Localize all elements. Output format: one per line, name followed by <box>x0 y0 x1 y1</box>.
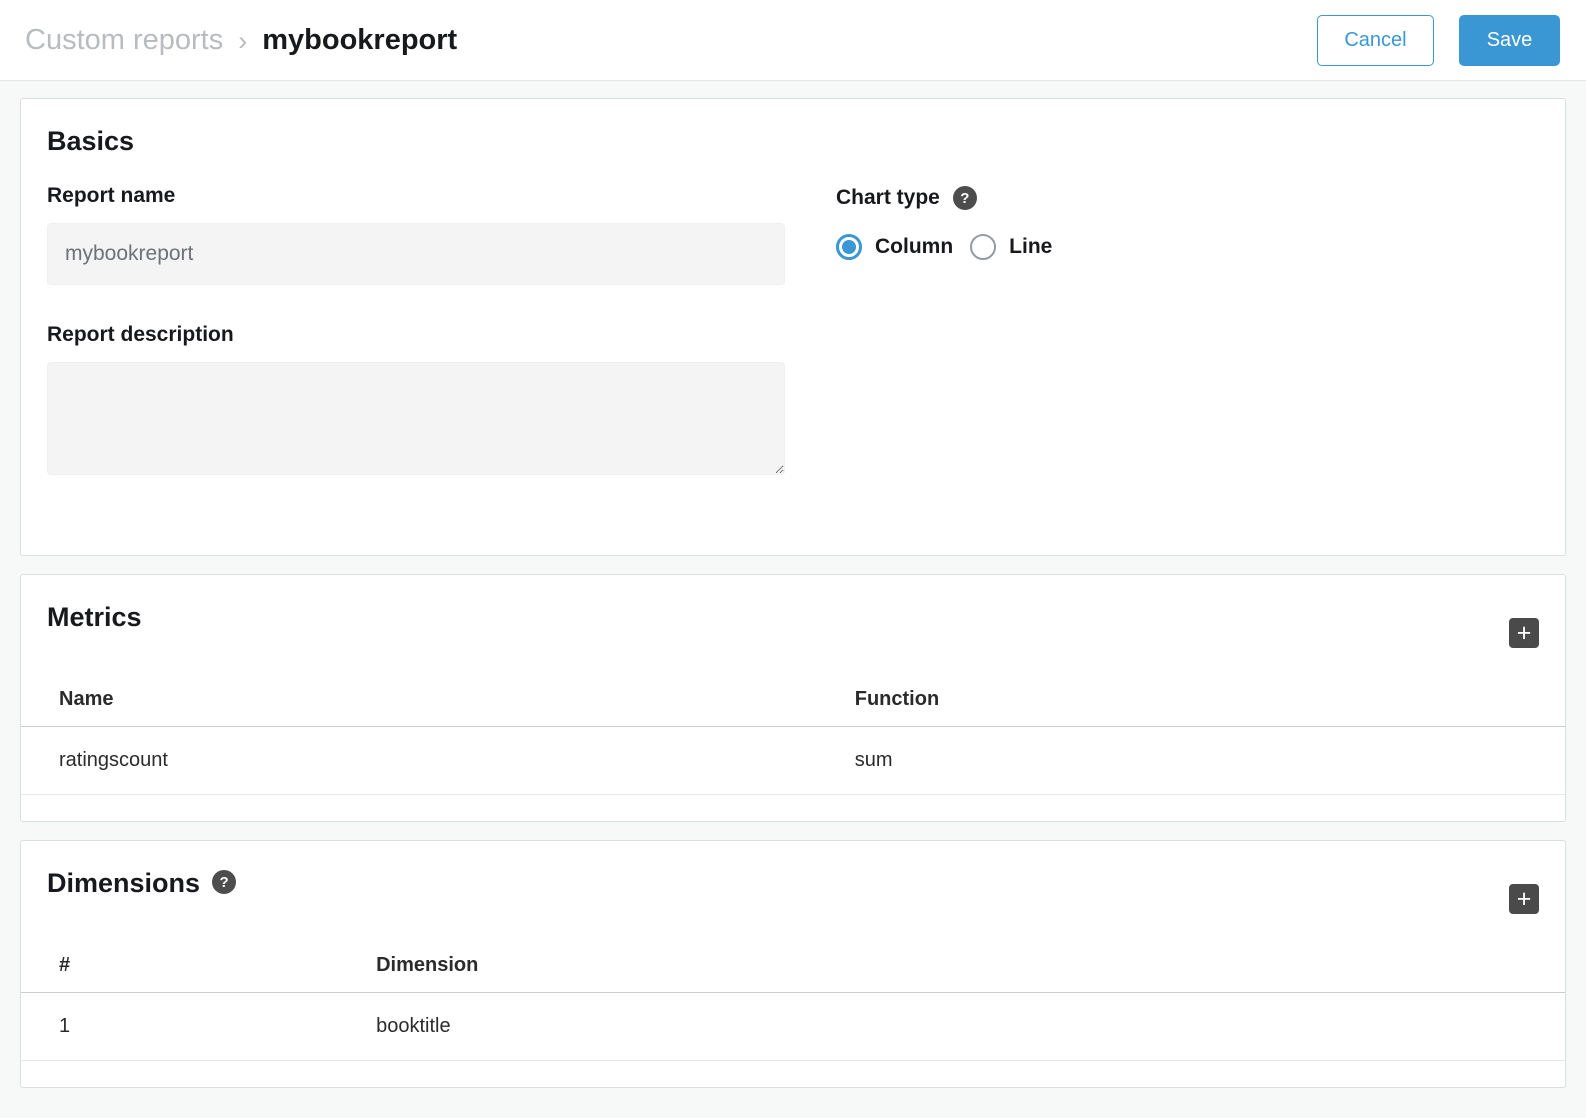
page-content: Basics Report name Report description Ch… <box>0 81 1586 1110</box>
dimensions-card: Dimensions ? + # Dimension 1 booktitle <box>20 840 1566 1088</box>
dimension-number-cell: 1 <box>21 993 376 1061</box>
chart-type-header: Chart type ? <box>836 186 1052 210</box>
dimensions-table: # Dimension 1 booktitle <box>21 938 1565 1061</box>
metric-name-cell: ratingscount <box>21 727 855 795</box>
report-name-label: Report name <box>47 184 785 208</box>
page-title: mybookreport <box>262 24 457 57</box>
chart-type-option-column[interactable]: Column <box>836 234 953 260</box>
dimensions-header-row: # Dimension <box>21 938 1565 993</box>
metrics-card-header: Metrics + <box>21 602 1565 648</box>
add-metric-button[interactable]: + <box>1509 618 1539 648</box>
metrics-title: Metrics <box>47 602 142 633</box>
radio-column-selected-icon[interactable] <box>836 234 862 260</box>
breadcrumb-custom-reports-link[interactable]: Custom reports <box>25 24 223 57</box>
chart-type-label: Chart type <box>836 186 940 210</box>
dimensions-title-group: Dimensions ? <box>47 868 236 899</box>
metrics-table-row[interactable]: ratingscount sum <box>21 727 1565 795</box>
metrics-column-function: Function <box>855 672 1565 727</box>
breadcrumb: Custom reports › mybookreport <box>25 24 457 57</box>
report-name-field-group: Report name <box>47 184 785 285</box>
chevron-right-icon: › <box>238 24 247 57</box>
dimensions-title: Dimensions <box>47 868 200 899</box>
report-description-label: Report description <box>47 323 785 347</box>
chart-type-help-icon[interactable]: ? <box>953 186 977 210</box>
chart-type-section: Chart type ? Column Line <box>836 184 1052 475</box>
dimensions-column-dimension: Dimension <box>376 938 1565 993</box>
save-button[interactable]: Save <box>1459 15 1560 66</box>
basics-grid: Report name Report description Chart typ… <box>47 184 1539 475</box>
chart-type-options: Column Line <box>836 234 1052 260</box>
dimensions-table-row[interactable]: 1 booktitle <box>21 993 1565 1061</box>
basics-title: Basics <box>47 126 1539 157</box>
radio-line-unselected-icon[interactable] <box>970 234 996 260</box>
dimensions-column-number: # <box>21 938 376 993</box>
report-description-textarea[interactable] <box>47 362 785 475</box>
add-dimension-button[interactable]: + <box>1509 884 1539 914</box>
dimensions-card-header: Dimensions ? + <box>21 868 1565 914</box>
dimensions-help-icon[interactable]: ? <box>212 870 236 894</box>
metric-function-cell: sum <box>855 727 1565 795</box>
radio-column-label: Column <box>875 235 953 259</box>
report-name-input[interactable] <box>47 223 785 285</box>
basics-card: Basics Report name Report description Ch… <box>20 98 1566 556</box>
chart-type-option-line[interactable]: Line <box>970 234 1052 260</box>
basics-left-column: Report name Report description <box>47 184 785 475</box>
report-description-field-group: Report description <box>47 323 785 475</box>
metrics-header-row: Name Function <box>21 672 1565 727</box>
cancel-button[interactable]: Cancel <box>1317 15 1434 66</box>
radio-line-label: Line <box>1009 235 1052 259</box>
metrics-card: Metrics + Name Function ratingscount sum <box>20 574 1566 822</box>
topbar-actions: Cancel Save <box>1317 15 1560 66</box>
metrics-table: Name Function ratingscount sum <box>21 672 1565 795</box>
metrics-column-name: Name <box>21 672 855 727</box>
top-bar: Custom reports › mybookreport Cancel Sav… <box>0 0 1586 81</box>
dimension-name-cell: booktitle <box>376 993 1565 1061</box>
